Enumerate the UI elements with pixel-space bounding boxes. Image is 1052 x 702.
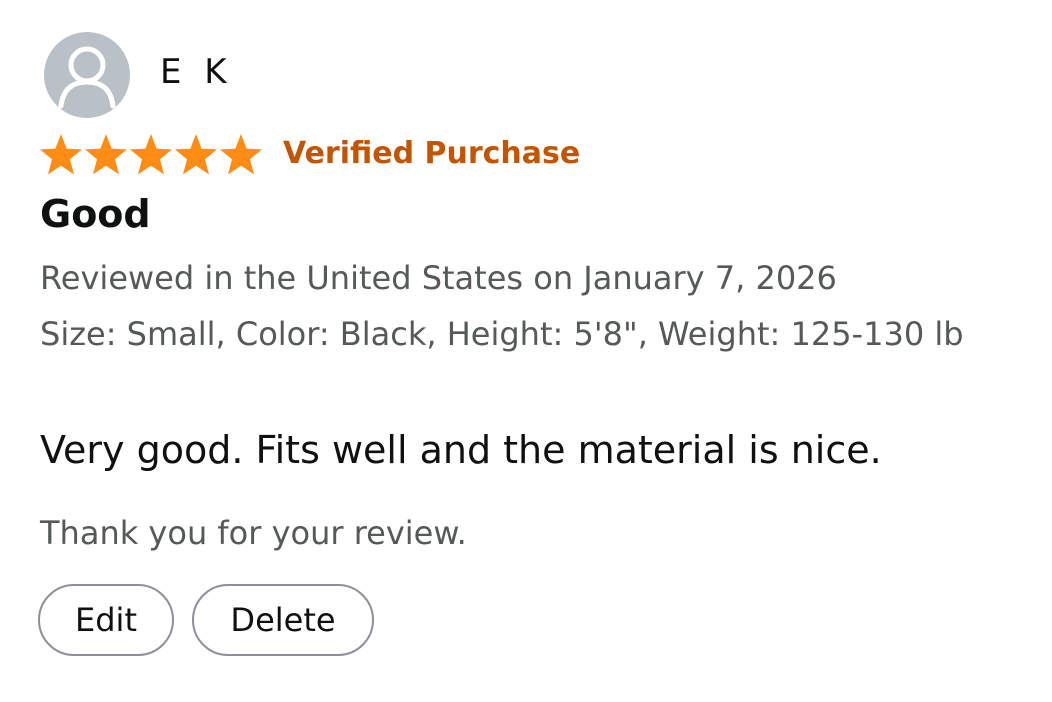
star-icon (85, 134, 127, 175)
review-body: Very good. Fits well and the material is… (40, 428, 882, 472)
delete-button[interactable]: Delete (192, 584, 374, 656)
review-card: E K Verified Purchase Good Reviewed in t… (0, 0, 1052, 702)
verified-purchase-badge: Verified Purchase (283, 135, 581, 171)
star-icon (40, 134, 82, 175)
review-actions: Edit Delete (38, 584, 374, 656)
star-rating (38, 132, 263, 176)
review-date: Reviewed in the United States on January… (40, 259, 837, 297)
default-user-icon (58, 46, 116, 109)
star-icon (130, 134, 172, 175)
star-icon (220, 134, 262, 175)
edit-button[interactable]: Edit (38, 584, 174, 656)
review-title: Good (40, 192, 151, 236)
reviewer-name: E K (160, 52, 233, 92)
product-variant-info: Size: Small, Color: Black, Height: 5'8",… (40, 315, 964, 353)
review-header: E K (44, 32, 233, 118)
star-icon (175, 134, 217, 175)
avatar (44, 32, 130, 118)
thank-you-message: Thank you for your review. (40, 514, 467, 552)
rating-row: Verified Purchase (38, 132, 580, 176)
